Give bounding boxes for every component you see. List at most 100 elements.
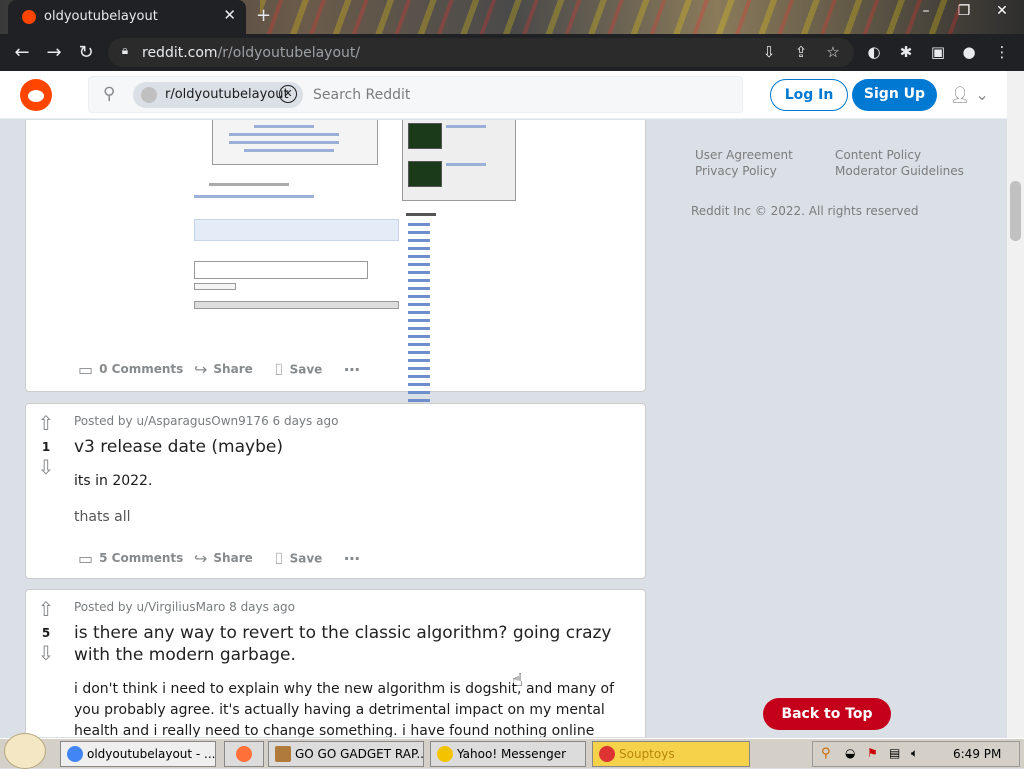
post-title[interactable]: v3 release date (maybe)	[74, 436, 634, 458]
post-image-preview[interactable]	[194, 120, 524, 423]
community-chip-label: r/oldyoutubelayout	[165, 87, 289, 102]
save-button[interactable]: ⌷ Save	[274, 360, 322, 380]
share-button[interactable]: ↪ Share	[194, 360, 253, 379]
vote-score: 5	[41, 626, 51, 640]
browser-toolbar: ← → ↻ 🔒︎ reddit.com/r/oldyoutubelayout/ …	[0, 34, 1024, 71]
window-close-icon[interactable]: ✕	[984, 0, 1020, 30]
post-actions: ▭ 5 Comments ↪ Share ⌷ Save ⋯	[78, 549, 378, 569]
post-card[interactable]: ⇧ 1 ⇩ Posted by u/AsparagusOwn9176 6 day…	[25, 403, 646, 579]
scrollbar-thumb[interactable]	[1010, 181, 1021, 241]
taskbar-item[interactable]	[224, 741, 264, 767]
clock[interactable]: 6:49 PM	[953, 747, 1001, 761]
bookmark-icon: ⌷	[274, 549, 284, 568]
reddit-favicon-icon	[22, 10, 36, 24]
taskbar-item[interactable]: GO GO GADGET RAP...	[268, 741, 424, 767]
post-body: i don't think i need to explain why the …	[74, 681, 615, 737]
back-icon[interactable]: ←	[10, 42, 34, 63]
comments-button[interactable]: ▭ 0 Comments	[78, 360, 183, 379]
community-avatar-icon	[141, 87, 157, 103]
preview-comment-input	[194, 261, 368, 279]
tray-icon[interactable]: ◒	[845, 746, 855, 760]
search-tray-icon[interactable]: ⚲	[821, 746, 831, 761]
tab-close-icon[interactable]: ✕	[223, 6, 236, 24]
login-button[interactable]: Log In	[770, 79, 848, 111]
post-body-line: its in 2022.	[74, 473, 153, 489]
reddit-header: ⚲ r/oldyoutubelayout ✕ Search Reddit Log…	[0, 71, 1007, 119]
signup-button[interactable]: Sign Up	[852, 79, 937, 111]
account-avatar-icon[interactable]: ●	[958, 43, 980, 61]
preview-add-comment	[194, 283, 236, 290]
footer-link-content-policy[interactable]: Content Policy	[835, 148, 921, 162]
save-button[interactable]: ⌷ Save	[274, 549, 322, 569]
tab-title: oldyoutubelayout	[44, 9, 158, 24]
vote-column: ⇧ 5 ⇩	[26, 598, 66, 664]
post-card[interactable]: ▭ 0 Comments ↪ Share ⌷ Save ⋯	[25, 120, 646, 423]
share-button[interactable]: ↪ Share	[194, 549, 253, 568]
theme-background	[260, 0, 960, 34]
upvote-icon[interactable]: ⇧	[26, 598, 66, 620]
install-icon[interactable]: ⇩	[758, 43, 780, 61]
sidepanel-icon[interactable]: ▣	[927, 43, 949, 61]
os-taskbar: oldyoutubelayout - ... GO GO GADGET RAP.…	[0, 733, 1024, 769]
footer-link-user-agreement[interactable]: User Agreement	[695, 148, 793, 162]
more-options-icon[interactable]: ⋯	[344, 360, 360, 379]
share-arrow-icon: ↪	[194, 549, 208, 568]
yahoo-messenger-icon	[437, 746, 453, 762]
search-input[interactable]: ⚲ r/oldyoutubelayout ✕ Search Reddit	[88, 76, 743, 113]
extensions-icon[interactable]: ✱	[895, 43, 917, 61]
firefox-icon	[236, 746, 252, 762]
preview-comments-bar	[194, 301, 399, 309]
souptoys-icon	[599, 746, 615, 762]
taskbar-item[interactable]: Yahoo! Messenger	[430, 741, 586, 767]
post-body-line: thats all	[74, 509, 131, 525]
vote-column: ⇧ 1 ⇩	[26, 412, 66, 478]
user-menu-icon[interactable]: 👤︎ ⌄	[950, 85, 989, 104]
back-to-top-button[interactable]: Back to Top	[763, 698, 891, 730]
comment-icon: ▭	[78, 549, 94, 568]
network-icon[interactable]: ⚑	[867, 746, 878, 760]
post-title[interactable]: is there any way to revert to the classi…	[74, 622, 634, 666]
post-card[interactable]: ⇧ 5 ⇩ Posted by u/VirgiliusMaro 8 days a…	[25, 589, 646, 737]
upvote-icon[interactable]: ⇧	[26, 412, 66, 434]
search-icon: ⚲	[103, 84, 116, 104]
reload-icon[interactable]: ↻	[74, 42, 98, 63]
forward-icon[interactable]: →	[42, 42, 66, 63]
lock-icon[interactable]: 🔒︎	[114, 43, 136, 58]
more-options-icon[interactable]: ⋯	[344, 549, 360, 568]
menu-kebab-icon[interactable]: ⋮	[991, 43, 1013, 61]
taskbar-item[interactable]: Souptoys	[592, 741, 750, 767]
bookmark-icon: ⌷	[274, 360, 284, 379]
reddit-logo-icon[interactable]	[20, 79, 52, 111]
vote-score: 1	[41, 440, 51, 454]
post-meta[interactable]: Posted by u/VirgiliusMaro 8 days ago	[74, 600, 295, 614]
minimize-icon[interactable]: –	[908, 0, 944, 30]
clear-chip-icon[interactable]: ✕	[279, 85, 297, 103]
search-placeholder: Search Reddit	[313, 87, 411, 103]
downvote-icon[interactable]: ⇩	[26, 456, 66, 478]
restore-icon[interactable]: ❐	[946, 0, 982, 30]
bookmark-star-icon[interactable]: ☆	[822, 43, 844, 61]
new-tab-icon[interactable]: +	[256, 5, 271, 26]
post-actions: ▭ 0 Comments ↪ Share ⌷ Save ⋯	[78, 360, 378, 380]
share-icon[interactable]: ⇪	[790, 43, 812, 61]
preview-embed-box	[194, 219, 399, 241]
footer-link-privacy-policy[interactable]: Privacy Policy	[695, 164, 777, 178]
community-chip[interactable]: r/oldyoutubelayout ✕	[133, 82, 303, 108]
copyright: Reddit Inc © 2022. All rights reserved	[691, 204, 919, 218]
downvote-icon[interactable]: ⇩	[26, 642, 66, 664]
monitor-icon[interactable]: ▤	[889, 746, 900, 760]
browser-tab[interactable]: oldyoutubelayout ✕	[8, 0, 246, 34]
comments-button[interactable]: ▭ 5 Comments	[78, 549, 183, 568]
system-tray: ⚲ ◒ ⚑ ▤ 🔈︎ 6:49 PM	[812, 741, 1020, 767]
taskbar-item[interactable]: oldyoutubelayout - ...	[60, 741, 216, 767]
share-arrow-icon: ↪	[194, 360, 208, 379]
start-button[interactable]	[4, 733, 46, 769]
url-text[interactable]: reddit.com/r/oldyoutubelayout/	[142, 45, 360, 61]
volume-icon[interactable]: 🔈︎	[911, 746, 918, 761]
footer-link-moderator-guidelines[interactable]: Moderator Guidelines	[835, 164, 964, 178]
profile-flag-icon[interactable]: ◐	[863, 43, 885, 61]
page-scrollbar[interactable]	[1007, 71, 1024, 738]
comment-icon: ▭	[78, 360, 94, 379]
hand-cursor-icon: ☝	[512, 670, 523, 691]
post-meta[interactable]: Posted by u/AsparagusOwn9176 6 days ago	[74, 414, 338, 428]
